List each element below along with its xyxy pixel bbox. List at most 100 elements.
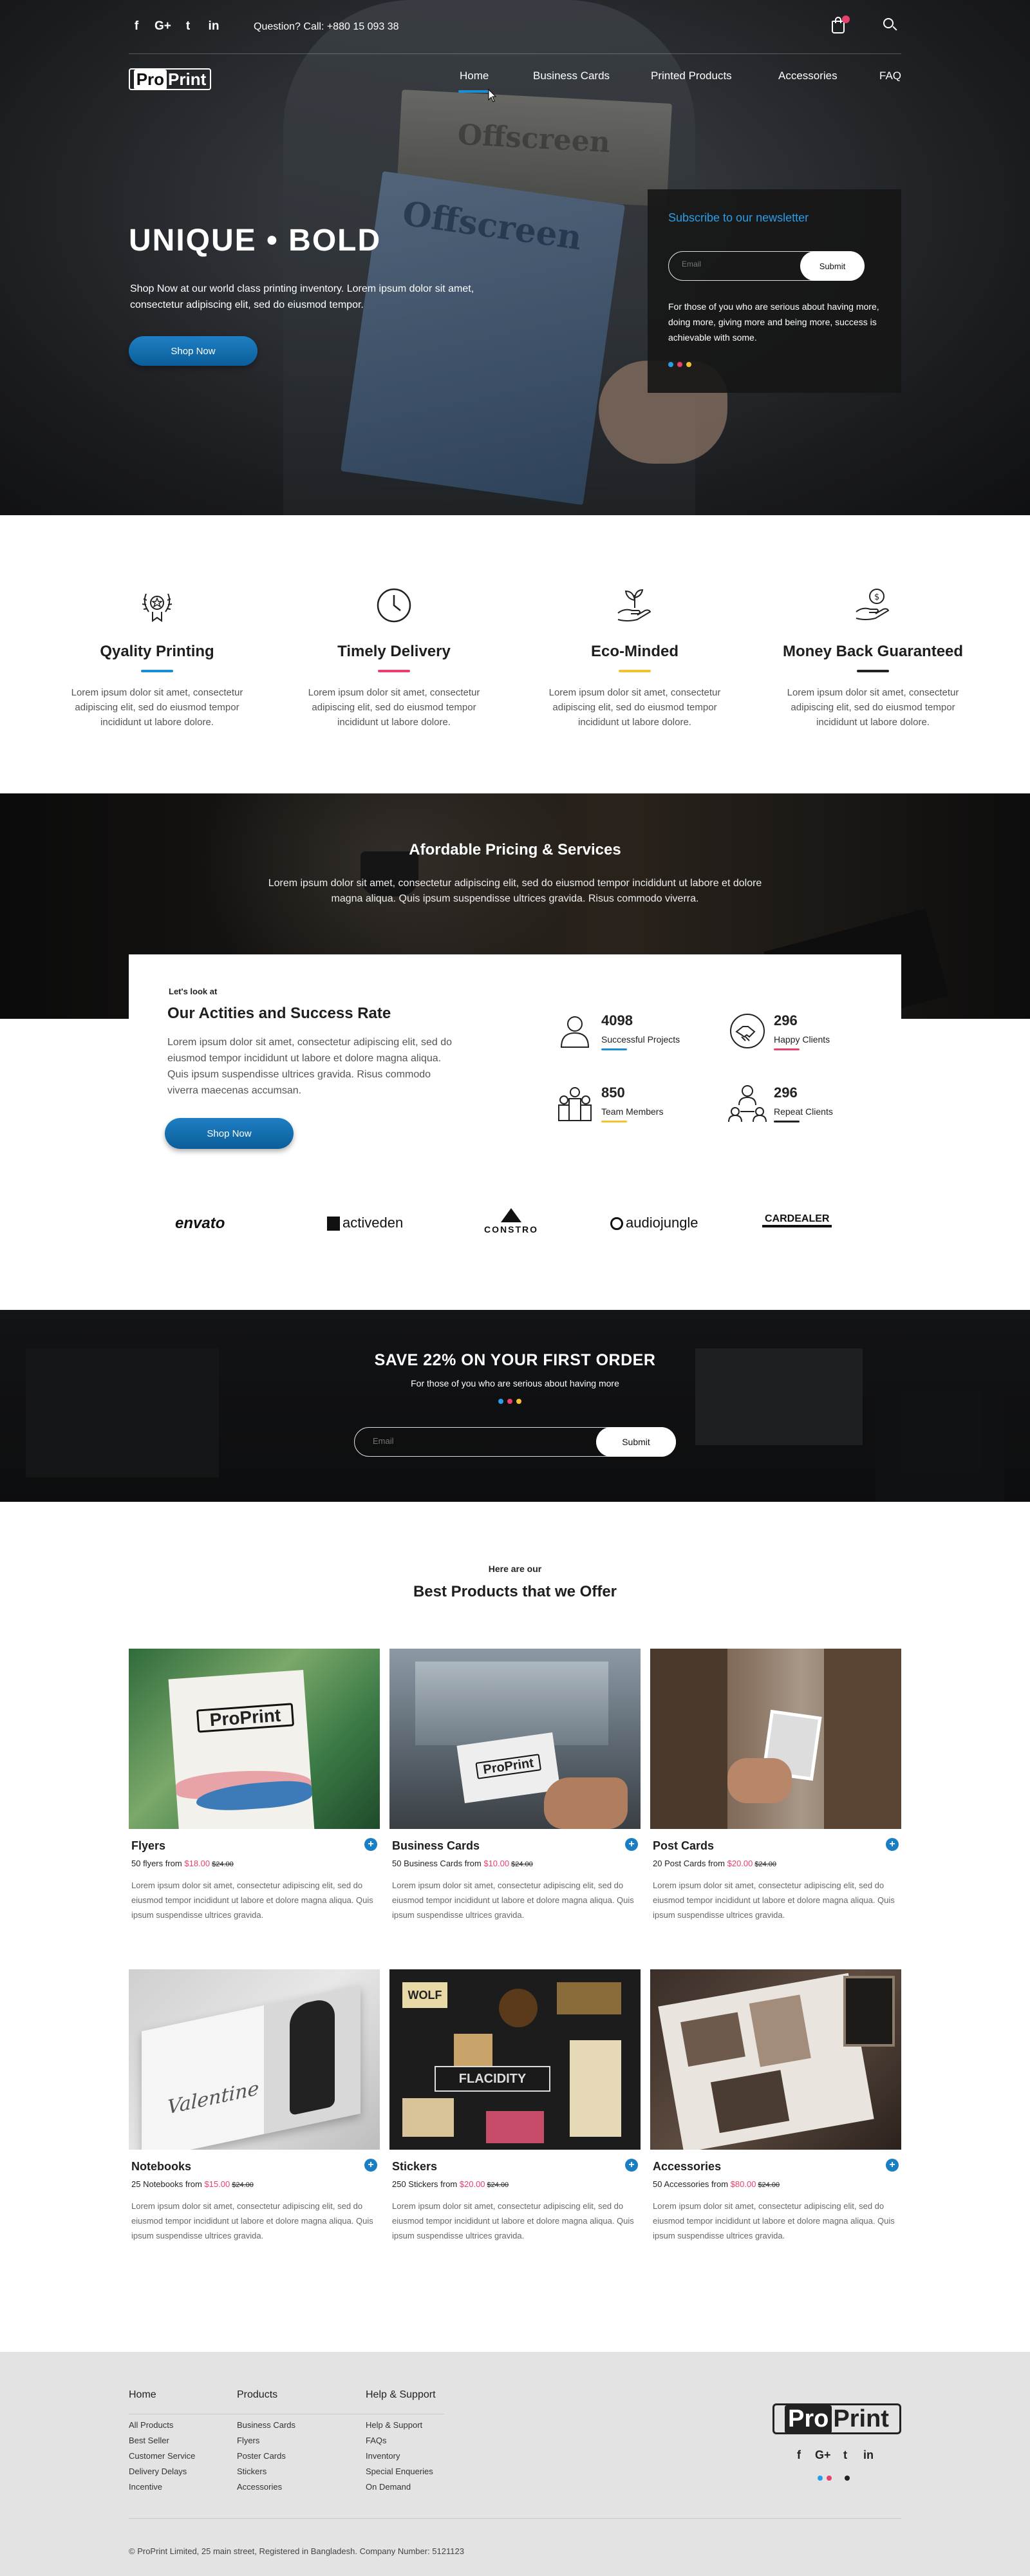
feature-quality-printing: Qyality Printing Lorem ipsum dolor sit a… <box>57 586 258 730</box>
footer: Home All Products Best Seller Customer S… <box>0 2352 1030 2576</box>
product-card-notebooks[interactable]: Valentine Notebooks + 25 Notebooks from … <box>129 1969 380 2253</box>
price-prefix: 50 Accessories from <box>653 2179 731 2189</box>
product-image-flyers[interactable]: ProPrint <box>129 1649 380 1829</box>
handshake-icon <box>730 1014 765 1048</box>
footer-link[interactable]: Stickers <box>237 2464 295 2479</box>
bc-hand <box>544 1777 628 1829</box>
slider-dot[interactable] <box>686 362 691 367</box>
newsletter-submit-button[interactable]: Submit <box>800 251 865 281</box>
product-name[interactable]: Accessories <box>653 2160 721 2174</box>
stat-underline <box>601 1048 627 1050</box>
footer-link[interactable]: All Products <box>129 2418 195 2433</box>
footer-link[interactable]: Incentive <box>129 2479 195 2495</box>
nav-faq[interactable]: FAQ <box>879 70 901 82</box>
product-image-stickers[interactable]: WOLF FLACIDITY <box>389 1969 641 2150</box>
add-to-cart-icon[interactable]: + <box>886 1838 899 1851</box>
newsletter-email-input[interactable] <box>682 260 791 269</box>
footer-link[interactable]: Best Seller <box>129 2433 195 2448</box>
product-name[interactable]: Stickers <box>392 2160 437 2174</box>
discount-submit-button[interactable]: Submit <box>596 1427 676 1457</box>
stats-shop-now-button[interactable]: Shop Now <box>165 1118 294 1149</box>
stat-label: Repeat Clients <box>774 1106 833 1117</box>
slider-dot[interactable] <box>507 1399 512 1404</box>
product-card-accessories[interactable]: Accessories + 50 Accessories from $80.00… <box>650 1969 901 2253</box>
pricing-title: Afordable Pricing & Services <box>409 841 621 858</box>
product-image-post-cards[interactable] <box>650 1649 901 1829</box>
product-image-business-cards[interactable]: ProPrint <box>389 1649 641 1829</box>
twitter-icon[interactable]: t <box>838 2448 852 2462</box>
feature-text: Lorem ipsum dolor sit amet, consectetur … <box>71 687 243 728</box>
footer-column-title[interactable]: Products <box>237 2389 295 2407</box>
product-card-stickers[interactable]: WOLF FLACIDITY Stickers + 250 Stickers f… <box>389 1969 641 2253</box>
google-plus-icon[interactable]: G+ <box>154 19 171 33</box>
feature-underline <box>378 670 410 672</box>
product-name[interactable]: Post Cards <box>653 1839 714 1853</box>
slider-dot[interactable] <box>516 1399 521 1404</box>
footer-link[interactable]: Customer Service <box>129 2448 195 2464</box>
product-description: Lorem ipsum dolor sit amet, consectetur … <box>131 1880 373 1920</box>
slider-dot[interactable] <box>498 1399 503 1404</box>
activities-card: Let's look at Our Actities and Success R… <box>129 954 901 1186</box>
feature-text: Lorem ipsum dolor sit amet, consectetur … <box>787 687 959 728</box>
footer-column-title[interactable]: Help & Support <box>366 2389 436 2407</box>
footer-link[interactable]: Business Cards <box>237 2418 295 2433</box>
add-to-cart-icon[interactable]: + <box>886 2159 899 2172</box>
footer-link[interactable]: On Demand <box>366 2479 436 2495</box>
logo[interactable]: Pro Print <box>129 68 211 90</box>
facebook-icon[interactable]: f <box>792 2448 806 2462</box>
footer-logo[interactable]: Pro Print <box>772 2403 901 2434</box>
footer-link[interactable]: Special Enqueries <box>366 2464 436 2479</box>
product-card-flyers[interactable]: ProPrint Flyers + 50 flyers from $18.00 $… <box>129 1649 380 1932</box>
product-name[interactable]: Flyers <box>131 1839 165 1853</box>
slider-dot[interactable] <box>677 362 682 367</box>
product-description: Lorem ipsum dolor sit amet, consectetur … <box>653 2201 895 2240</box>
brand-text: CONSTRO <box>484 1224 538 1235</box>
album-photo <box>680 2012 745 2067</box>
discount-email-input[interactable] <box>373 1436 566 1446</box>
notebook-text: Valentine <box>167 2077 259 2119</box>
linkedin-icon[interactable]: in <box>861 2448 876 2462</box>
slider-dot[interactable] <box>668 362 673 367</box>
stats-eyebrow: Let's look at <box>169 987 218 996</box>
cart-icon[interactable] <box>830 15 850 35</box>
product-image-notebooks[interactable]: Valentine <box>129 1969 380 2150</box>
footer-link[interactable]: Delivery Delays <box>129 2464 195 2479</box>
brand-audiojungle: audiojungle <box>610 1215 698 1231</box>
nav-business-cards[interactable]: Business Cards <box>533 70 610 82</box>
google-plus-icon[interactable]: G+ <box>815 2448 831 2462</box>
hero-shop-now-button[interactable]: Shop Now <box>129 336 258 366</box>
nav-accessories[interactable]: Accessories <box>778 70 838 82</box>
product-name[interactable]: Business Cards <box>392 1839 480 1853</box>
money-hand-icon: $ <box>856 589 890 620</box>
stat-label: Happy Clients <box>774 1034 830 1045</box>
footer-social-links: f G+ t in <box>792 2448 876 2462</box>
svg-text:$: $ <box>874 592 879 602</box>
product-name[interactable]: Notebooks <box>131 2160 191 2174</box>
feature-title: Money Back Guaranteed <box>782 643 964 660</box>
footer-column-home: Home All Products Best Seller Customer S… <box>129 2389 195 2495</box>
activeden-mark-icon <box>327 1217 340 1231</box>
facebook-icon[interactable]: f <box>129 19 144 33</box>
search-icon[interactable] <box>883 18 897 32</box>
add-to-cart-icon[interactable]: + <box>625 1838 638 1851</box>
footer-link[interactable]: Flyers <box>237 2433 295 2448</box>
product-card-business-cards[interactable]: ProPrint Business Cards + 50 Business Ca… <box>389 1649 641 1932</box>
footer-link[interactable]: Inventory <box>366 2448 436 2464</box>
add-to-cart-icon[interactable]: + <box>364 2159 377 2172</box>
product-card-post-cards[interactable]: Post Cards + 20 Post Cards from $20.00 $2… <box>650 1649 901 1932</box>
twitter-icon[interactable]: t <box>180 19 196 33</box>
footer-link[interactable]: Help & Support <box>366 2418 436 2433</box>
product-image-accessories[interactable] <box>650 1969 901 2150</box>
footer-link[interactable]: FAQs <box>366 2433 436 2448</box>
stat-value: 4098 <box>601 1012 633 1028</box>
product-description: Lorem ipsum dolor sit amet, consectetur … <box>392 2201 634 2240</box>
nav-printed-products[interactable]: Printed Products <box>651 70 732 82</box>
add-to-cart-icon[interactable]: + <box>625 2159 638 2172</box>
price-current: $18.00 <box>184 1859 211 1868</box>
footer-link[interactable]: Poster Cards <box>237 2448 295 2464</box>
footer-column-title[interactable]: Home <box>129 2389 195 2407</box>
nav-home[interactable]: Home <box>460 70 489 82</box>
add-to-cart-icon[interactable]: + <box>364 1838 377 1851</box>
linkedin-icon[interactable]: in <box>206 19 221 33</box>
footer-link[interactable]: Accessories <box>237 2479 295 2495</box>
